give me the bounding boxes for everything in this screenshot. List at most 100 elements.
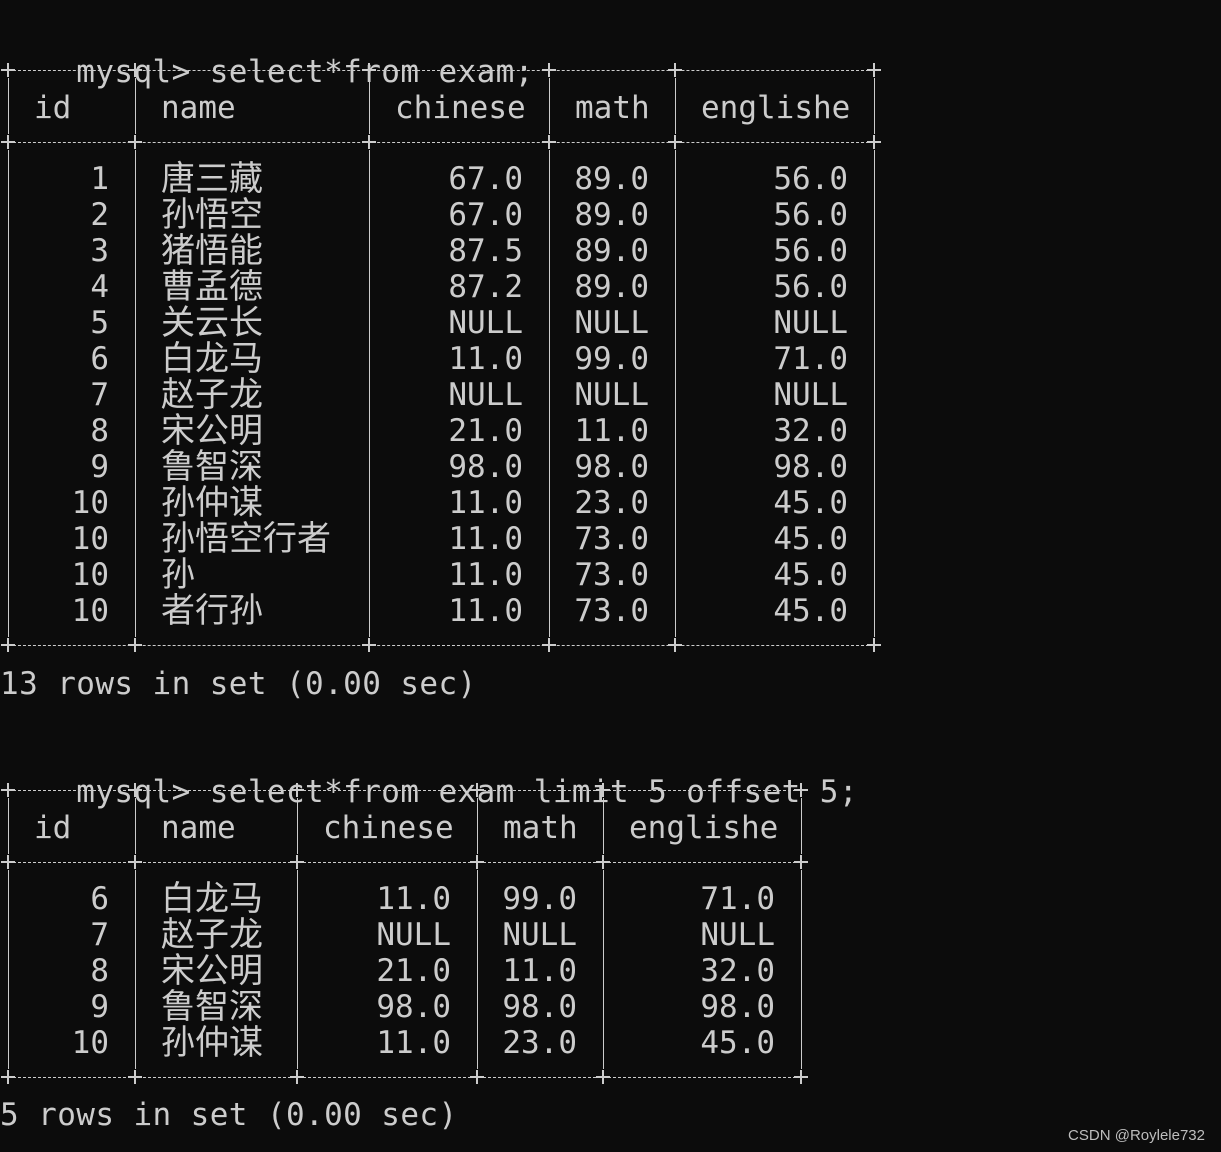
column-header-chinese: chinese (323, 810, 454, 846)
table-cell-math: 89.0 (574, 197, 649, 233)
table-border-corner (128, 638, 142, 652)
table-border-vertical (8, 150, 9, 637)
table-cell-name: 者行孙 (161, 591, 263, 631)
table-border-vertical (8, 78, 9, 134)
table-border-vertical (8, 870, 9, 1069)
table-border-vertical (675, 78, 676, 134)
table-border-corner (470, 855, 484, 869)
table-border-corner (128, 783, 142, 797)
table-cell-englishe: 32.0 (773, 413, 848, 449)
table-cell-math: 73.0 (574, 557, 649, 593)
table-cell-chinese: NULL (448, 377, 523, 413)
table-cell-englishe: 45.0 (773, 485, 848, 521)
table-border-vertical (135, 150, 136, 637)
table-cell-id: 7 (90, 917, 109, 953)
table-cell-name: 赵子龙 (161, 915, 263, 955)
table-border-corner (1, 783, 15, 797)
table-border-corner (794, 783, 808, 797)
table-cell-math: 23.0 (502, 1025, 577, 1061)
table-border-corner (668, 135, 682, 149)
table-border-vertical (135, 870, 136, 1069)
table-cell-id: 10 (71, 485, 109, 521)
table-cell-id: 8 (90, 953, 109, 989)
table-border-corner (542, 63, 556, 77)
table-cell-englishe: 45.0 (773, 593, 848, 629)
table-cell-math: 98.0 (574, 449, 649, 485)
table-cell-id: 10 (71, 1025, 109, 1061)
table-border-corner (867, 135, 881, 149)
table-border-vertical (874, 150, 875, 637)
table-cell-englishe: 45.0 (773, 521, 848, 557)
column-header-id: id (34, 810, 72, 846)
table-border-vertical (369, 78, 370, 134)
table-cell-englishe: 45.0 (773, 557, 848, 593)
table-cell-name: 猪悟能 (161, 231, 263, 271)
table-cell-englishe: 71.0 (700, 881, 775, 917)
result-summary-1: 13 rows in set (0.00 sec) (0, 666, 477, 702)
table-cell-id: 10 (71, 521, 109, 557)
table-cell-id: 9 (90, 449, 109, 485)
table-border-vertical (297, 798, 298, 854)
table-cell-math: NULL (574, 305, 649, 341)
table-cell-englishe: 98.0 (773, 449, 848, 485)
table-border-corner (1, 855, 15, 869)
table-border-corner (470, 1070, 484, 1084)
table-border-horizontal (8, 790, 801, 791)
table-border-corner (128, 855, 142, 869)
table-cell-chinese: 21.0 (448, 413, 523, 449)
table-cell-id: 6 (90, 881, 109, 917)
table-border-corner (1, 63, 15, 77)
table-cell-englishe: 56.0 (773, 269, 848, 305)
table-border-corner (542, 135, 556, 149)
table-border-corner (867, 63, 881, 77)
table-cell-englishe: NULL (773, 377, 848, 413)
table-cell-chinese: 11.0 (448, 341, 523, 377)
table-border-corner (362, 638, 376, 652)
table-cell-chinese: 98.0 (376, 989, 451, 1025)
table-cell-math: 11.0 (502, 953, 577, 989)
table-cell-name: 白龙马 (161, 879, 263, 919)
terminal-window[interactable]: mysql> select*from exam; id name chinese ma… (0, 0, 1221, 1152)
table-cell-math: 89.0 (574, 161, 649, 197)
table-cell-name: 孙悟空 (161, 195, 263, 235)
table-cell-math: NULL (502, 917, 577, 953)
table-border-corner (596, 855, 610, 869)
table-cell-math: NULL (574, 377, 649, 413)
table-border-vertical (477, 870, 478, 1069)
table-cell-math: 11.0 (574, 413, 649, 449)
table-cell-name: 孙悟空行者 (161, 519, 331, 559)
table-cell-englishe: 56.0 (773, 161, 848, 197)
table-border-vertical (135, 78, 136, 134)
column-header-chinese: chinese (395, 90, 526, 126)
table-border-vertical (801, 870, 802, 1069)
table-cell-name: 赵子龙 (161, 375, 263, 415)
table-border-corner (1, 1070, 15, 1084)
table-cell-chinese: 98.0 (448, 449, 523, 485)
table-cell-chinese: 67.0 (448, 197, 523, 233)
command-line-2: mysql> select*from exam limit 5 offset 5… (0, 738, 858, 810)
table-border-vertical (603, 798, 604, 854)
table-cell-chinese: 11.0 (376, 881, 451, 917)
table-border-vertical (477, 798, 478, 854)
table-cell-name: 关云长 (161, 303, 263, 343)
command-line-1: mysql> select*from exam; (0, 18, 534, 90)
table-border-vertical (549, 78, 550, 134)
table-cell-id: 8 (90, 413, 109, 449)
table-border-vertical (603, 870, 604, 1069)
table-cell-chinese: 67.0 (448, 161, 523, 197)
table-border-corner (867, 638, 881, 652)
table-cell-math: 99.0 (502, 881, 577, 917)
table-cell-name: 宋公明 (161, 951, 263, 991)
table-cell-math: 98.0 (502, 989, 577, 1025)
table-border-vertical (801, 798, 802, 854)
table-border-corner (290, 1070, 304, 1084)
table-cell-name: 鲁智深 (161, 447, 263, 487)
table-border-corner (794, 855, 808, 869)
table-cell-englishe: NULL (773, 305, 848, 341)
table-cell-chinese: 87.5 (448, 233, 523, 269)
table-cell-englishe: 45.0 (700, 1025, 775, 1061)
table-border-corner (794, 1070, 808, 1084)
table-cell-id: 5 (90, 305, 109, 341)
table-cell-chinese: 87.2 (448, 269, 523, 305)
table-border-vertical (874, 78, 875, 134)
